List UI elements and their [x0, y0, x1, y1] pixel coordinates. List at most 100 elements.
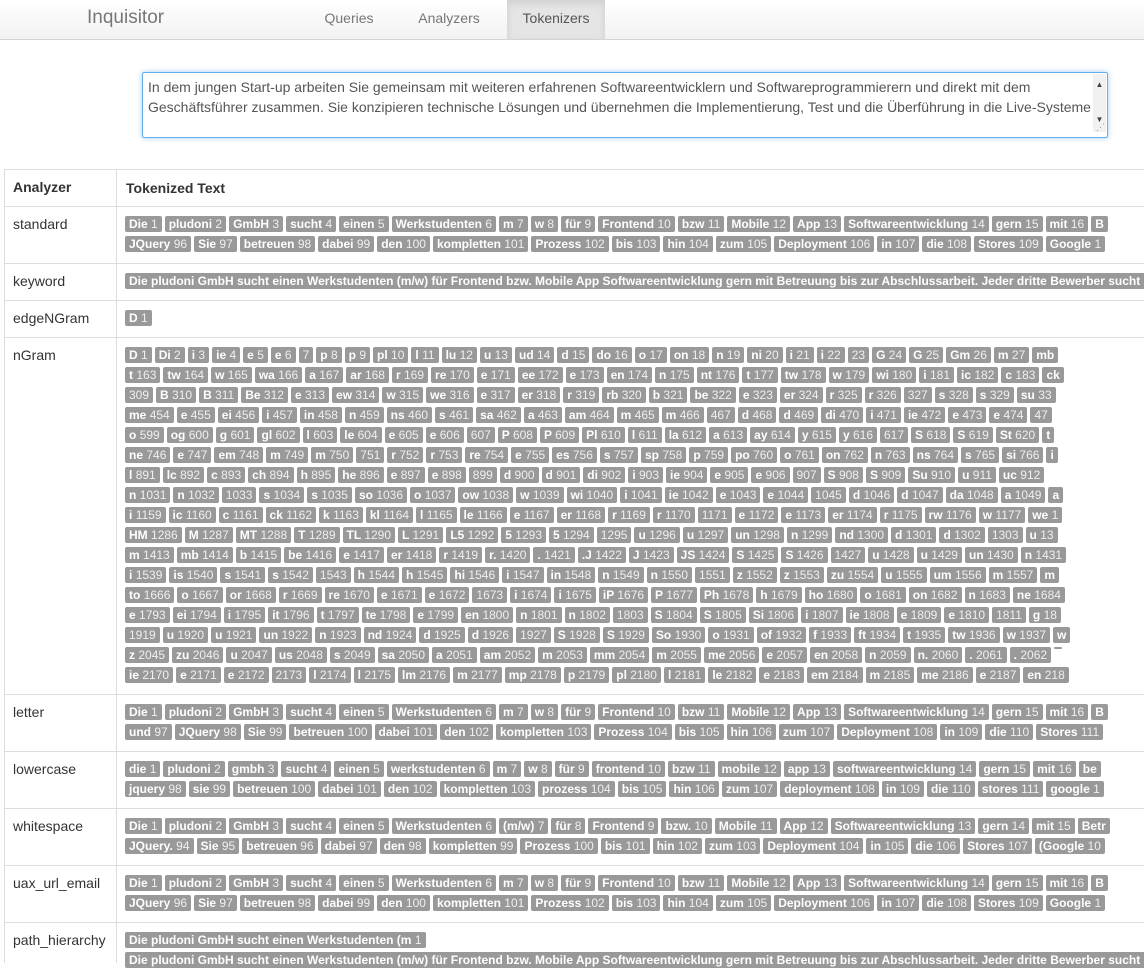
token-position: 1422 [595, 548, 622, 562]
token-badge: bis 103 [611, 236, 661, 252]
token-position: 901 [556, 468, 577, 482]
text-input[interactable]: In dem jungen Start-up arbeiten Sie geme… [142, 72, 1108, 138]
token-position: 752 [399, 448, 420, 462]
token-text: T [298, 528, 306, 542]
token-text: u [166, 628, 175, 642]
token-text: Softwareentwicklung [848, 217, 969, 231]
token-text: t [746, 368, 751, 382]
token-position: 1430 [987, 548, 1014, 562]
token-badge: t 177 [742, 367, 778, 383]
token-position: 1676 [617, 588, 645, 602]
token-position: 618 [926, 428, 947, 442]
token-position: 3 [267, 762, 275, 776]
token-badge: lu 12 [441, 347, 477, 363]
token-badge: is 1540 [169, 567, 218, 583]
token-badge: für 9 [561, 704, 596, 720]
token-position: 10 [657, 705, 671, 719]
analyzer-name-cell: edgeNGram [4, 301, 117, 338]
token-text: GmbH [233, 819, 270, 833]
token-text: d [503, 468, 512, 482]
token-text: JQuery [129, 237, 171, 251]
token-position: 171 [490, 368, 511, 382]
token-position: 107 [810, 725, 831, 739]
token-text: re [435, 368, 447, 382]
token-position: 317 [490, 388, 511, 402]
token-position: 620 [1015, 428, 1036, 442]
token-badge: in 458 [299, 407, 342, 423]
token-badge: y 615 [797, 427, 836, 443]
token-position: 609 [555, 428, 576, 442]
scroll-up-arrow-icon[interactable]: ▲ [1093, 75, 1106, 95]
token-badge: n 1031 [125, 487, 171, 503]
token-position: 96 [173, 896, 188, 910]
token-badge: i 1795 [223, 607, 266, 623]
token-badge: 607 [466, 427, 495, 443]
token-position: 107 [895, 237, 916, 251]
token-position: 6 [485, 705, 493, 719]
token-position: 1175 [891, 508, 918, 522]
token-text: u [1029, 528, 1037, 542]
token-text: m [270, 448, 281, 462]
token-text: die [989, 725, 1007, 739]
token-position: 1039 [532, 488, 560, 502]
token-text: e [979, 668, 987, 682]
token-position: 11 [707, 705, 721, 719]
token-badge: p 2179 [563, 667, 610, 683]
token-list: D 1 [125, 310, 1144, 330]
token-badge: D 1 [125, 310, 152, 326]
token-badge: n 1431 [1020, 547, 1067, 563]
tab-analyzers[interactable]: Analyzers [391, 0, 507, 39]
token-position: 6 [284, 348, 292, 362]
token-position: 1040 [586, 488, 614, 502]
token-badge: die 110 [985, 724, 1034, 740]
token-position: 1287 [202, 528, 229, 542]
token-badge: ie 472 [903, 407, 946, 423]
token-position: 1542 [282, 568, 309, 582]
token-text: ck [1046, 368, 1060, 382]
token-badge: re 1670 [324, 587, 374, 603]
token-text: sucht [285, 762, 318, 776]
token-badge: L5 1292 [446, 527, 499, 543]
token-badge: pludoni 2 [164, 875, 227, 891]
token-text: i [1050, 448, 1054, 462]
token-badge: w [1053, 627, 1071, 643]
token-badge: e 323 [738, 387, 777, 403]
token-text: Prozess [524, 839, 571, 853]
token-text: u [920, 548, 928, 562]
token-position: 1793 [139, 608, 166, 622]
token-badge: sp 758 [640, 447, 687, 463]
token-badge: e 317 [476, 387, 515, 403]
token-badge: Gm 26 [946, 347, 991, 363]
resize-grip-icon[interactable]: ⋰ [1096, 117, 1105, 137]
token-text: sucht [290, 705, 323, 719]
token-text: o [712, 628, 720, 642]
token-position: 10 [657, 876, 671, 890]
token-text: er [832, 508, 844, 522]
token-position: 1926 [482, 628, 510, 642]
token-text: i [191, 348, 196, 362]
token-badge: T 1289 [294, 527, 340, 543]
token-position: 7 [510, 762, 518, 776]
token-line: ie 2170 e 2171 e 2172 2173 l 2174 l 2175 lm 2… [125, 667, 1144, 687]
tab-tokenizers[interactable]: Tokenizers [507, 0, 605, 39]
tab-queries[interactable]: Queries [307, 0, 391, 39]
token-text: den [383, 839, 406, 853]
token-badge: la 612 [664, 427, 707, 443]
token-badge: dabei 99 [318, 236, 375, 252]
token-text: on [825, 448, 841, 462]
token-position: 1674 [520, 588, 548, 602]
token-line: Die 1 pludoni 2 GmbH 3 sucht 4 einen 5 Werkst… [125, 875, 1144, 895]
token-badge: app 13 [783, 761, 830, 777]
token-text: em [218, 448, 236, 462]
app-brand[interactable]: Inquisitor [87, 7, 164, 29]
token-position: 99 [356, 896, 371, 910]
token-text: gmbh [231, 762, 265, 776]
token-text: JQuery [178, 725, 221, 739]
token-position: 2171 [190, 668, 217, 682]
token-badge: gern 15 [991, 875, 1043, 891]
token-badge: App 13 [793, 704, 842, 720]
token-text: rw [928, 508, 943, 522]
token-text: deployment [784, 782, 852, 796]
token-badge: a 463 [523, 407, 562, 423]
token-text: iP [602, 588, 614, 602]
